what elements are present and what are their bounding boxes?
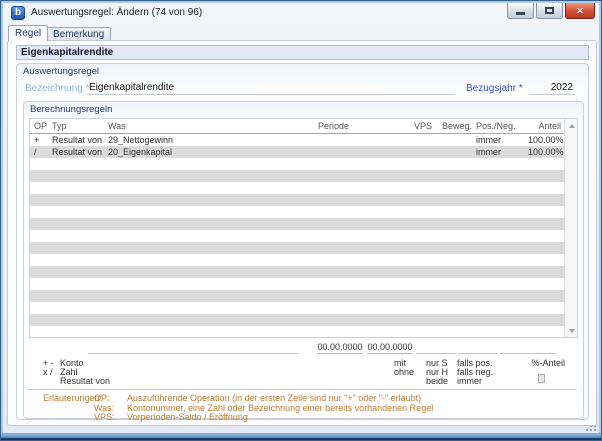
group-auswertungsregel: Auswertungsregel Bezeichnung * Eigenkapi… bbox=[16, 63, 589, 422]
table-row[interactable]: / Resultat von 20_Eigenkapital immer 100… bbox=[30, 146, 577, 158]
minimize-button[interactable] bbox=[507, 3, 534, 19]
tab-page-regel: Eigenkapitalrendite Auswertungsregel Bez… bbox=[7, 40, 597, 426]
scroll-up-button[interactable] bbox=[565, 119, 577, 132]
window-controls: ✕ bbox=[507, 3, 595, 19]
notes-divider bbox=[28, 389, 577, 390]
cell-periode bbox=[318, 146, 414, 158]
field-underline bbox=[458, 353, 498, 354]
date-field-1[interactable]: 00.00.0000 bbox=[317, 342, 363, 354]
cell-anteil: 100.00% bbox=[528, 147, 564, 157]
window-title: Auswertungsregel: Ändern (74 von 96) bbox=[31, 7, 203, 18]
field-underline bbox=[88, 353, 298, 354]
table-row-empty[interactable] bbox=[30, 290, 577, 302]
legend-anteil-label: %-Anteil bbox=[531, 358, 565, 368]
bezeichnung-label: Bezeichnung * bbox=[25, 83, 90, 94]
cell-typ: Resultat von bbox=[52, 135, 103, 145]
cell-posneg: immer bbox=[476, 147, 501, 157]
bezeichnung-input[interactable]: Eigenkapitalrendite bbox=[87, 81, 455, 95]
col-op: OP bbox=[34, 121, 48, 131]
window-bottom-border bbox=[1, 438, 601, 440]
cell-posneg: immer bbox=[476, 135, 501, 145]
tab-strip: Regel Bemerkung bbox=[4, 24, 598, 41]
scroll-down-button[interactable] bbox=[565, 324, 577, 337]
application-window: b Auswertungsregel: Ändern (74 von 96) ✕… bbox=[0, 0, 602, 441]
table-row-empty[interactable] bbox=[30, 242, 577, 254]
table-row-empty[interactable] bbox=[30, 278, 577, 290]
cell-vps bbox=[414, 134, 442, 146]
table-row-empty[interactable] bbox=[30, 326, 577, 337]
table-scrollbar[interactable] bbox=[564, 119, 577, 337]
scroll-down-icon bbox=[568, 328, 575, 333]
group-auswertungsregel-title: Auswertungsregel bbox=[23, 66, 100, 77]
table-row-empty[interactable] bbox=[30, 182, 577, 194]
col-posneg: Pos./Neg. bbox=[476, 121, 516, 131]
table-row-empty[interactable] bbox=[30, 206, 577, 218]
rule-name-header: Eigenkapitalrendite bbox=[16, 45, 589, 60]
tab-regel[interactable]: Regel bbox=[8, 25, 49, 41]
legend-beweg-beide: beide bbox=[426, 376, 449, 386]
date-field-2[interactable]: 00.00.0000 bbox=[367, 342, 413, 354]
close-button[interactable]: ✕ bbox=[565, 3, 595, 19]
table-row-empty[interactable] bbox=[30, 314, 577, 326]
table-row-empty[interactable] bbox=[30, 266, 577, 278]
title-bar: b Auswertungsregel: Ändern (74 von 96) ✕ bbox=[4, 3, 598, 24]
cell-periode bbox=[318, 134, 414, 146]
col-typ: Typ bbox=[52, 121, 67, 131]
table-row-empty[interactable] bbox=[30, 170, 577, 182]
note-text-vps: Vorperioden-Saldo / Eröffnung bbox=[127, 412, 248, 422]
legend-op-resultat: Resultat von bbox=[60, 376, 111, 386]
bezugsjahr-input[interactable]: 2022 bbox=[529, 81, 575, 95]
group-berechnungsregeln: Berechnungsregeln OP Typ Was Periode VPS… bbox=[23, 101, 584, 422]
table-row-empty[interactable] bbox=[30, 158, 577, 170]
maximize-icon bbox=[545, 7, 554, 14]
cell-typ: Resultat von bbox=[52, 147, 103, 157]
col-beweg: Beweg. bbox=[442, 121, 473, 131]
minimize-icon bbox=[516, 12, 525, 15]
maximize-button[interactable] bbox=[536, 3, 563, 19]
table-row-empty[interactable] bbox=[30, 230, 577, 242]
table-row[interactable]: + Resultat von 29_Nettogewinn immer 100.… bbox=[30, 134, 577, 146]
cell-op: / bbox=[34, 147, 37, 157]
col-vps: VPS bbox=[414, 121, 433, 131]
scroll-up-icon bbox=[568, 123, 575, 128]
legend: + - x / Konto Zahl Resultat von mit ohne… bbox=[24, 357, 579, 387]
table-row-empty[interactable] bbox=[30, 218, 577, 230]
col-periode: Periode bbox=[318, 121, 350, 131]
group-berechnungsregeln-title: Berechnungsregeln bbox=[30, 104, 113, 115]
rules-table: OP Typ Was Periode VPS Beweg. Pos./Neg. … bbox=[29, 118, 578, 338]
cell-op: + bbox=[34, 135, 40, 145]
legend-op-symbols-2: x / bbox=[43, 367, 53, 377]
cell-beweg bbox=[442, 134, 476, 146]
cell-anteil: 100.00% bbox=[528, 135, 564, 145]
note-key-vps: VPS: bbox=[94, 412, 115, 422]
close-icon: ✕ bbox=[576, 5, 584, 16]
cell-vps bbox=[414, 146, 442, 158]
table-row-empty[interactable] bbox=[30, 254, 577, 266]
tab-bemerkung[interactable]: Bemerkung bbox=[46, 27, 112, 41]
rules-table-body: + Resultat von 29_Nettogewinn immer 100.… bbox=[30, 134, 577, 337]
col-was: Was bbox=[108, 121, 126, 131]
bezugsjahr-label: Bezugsjahr * bbox=[466, 83, 523, 94]
table-row-empty[interactable] bbox=[30, 194, 577, 206]
anteil-box-icon bbox=[538, 374, 545, 383]
field-underline bbox=[500, 353, 556, 354]
legend-posneg-immer: immer bbox=[457, 376, 482, 386]
col-anteil: Anteil bbox=[538, 121, 561, 131]
rules-table-header: OP Typ Was Periode VPS Beweg. Pos./Neg. … bbox=[30, 119, 577, 134]
field-underline bbox=[416, 353, 456, 354]
cell-beweg bbox=[442, 146, 476, 158]
app-icon: b bbox=[11, 6, 25, 20]
cell-was: 29_Nettogewinn bbox=[108, 135, 174, 145]
legend-vps-ohne: ohne bbox=[394, 367, 415, 377]
cell-was: 20_Eigenkapital bbox=[108, 147, 173, 157]
table-row-empty[interactable] bbox=[30, 302, 577, 314]
